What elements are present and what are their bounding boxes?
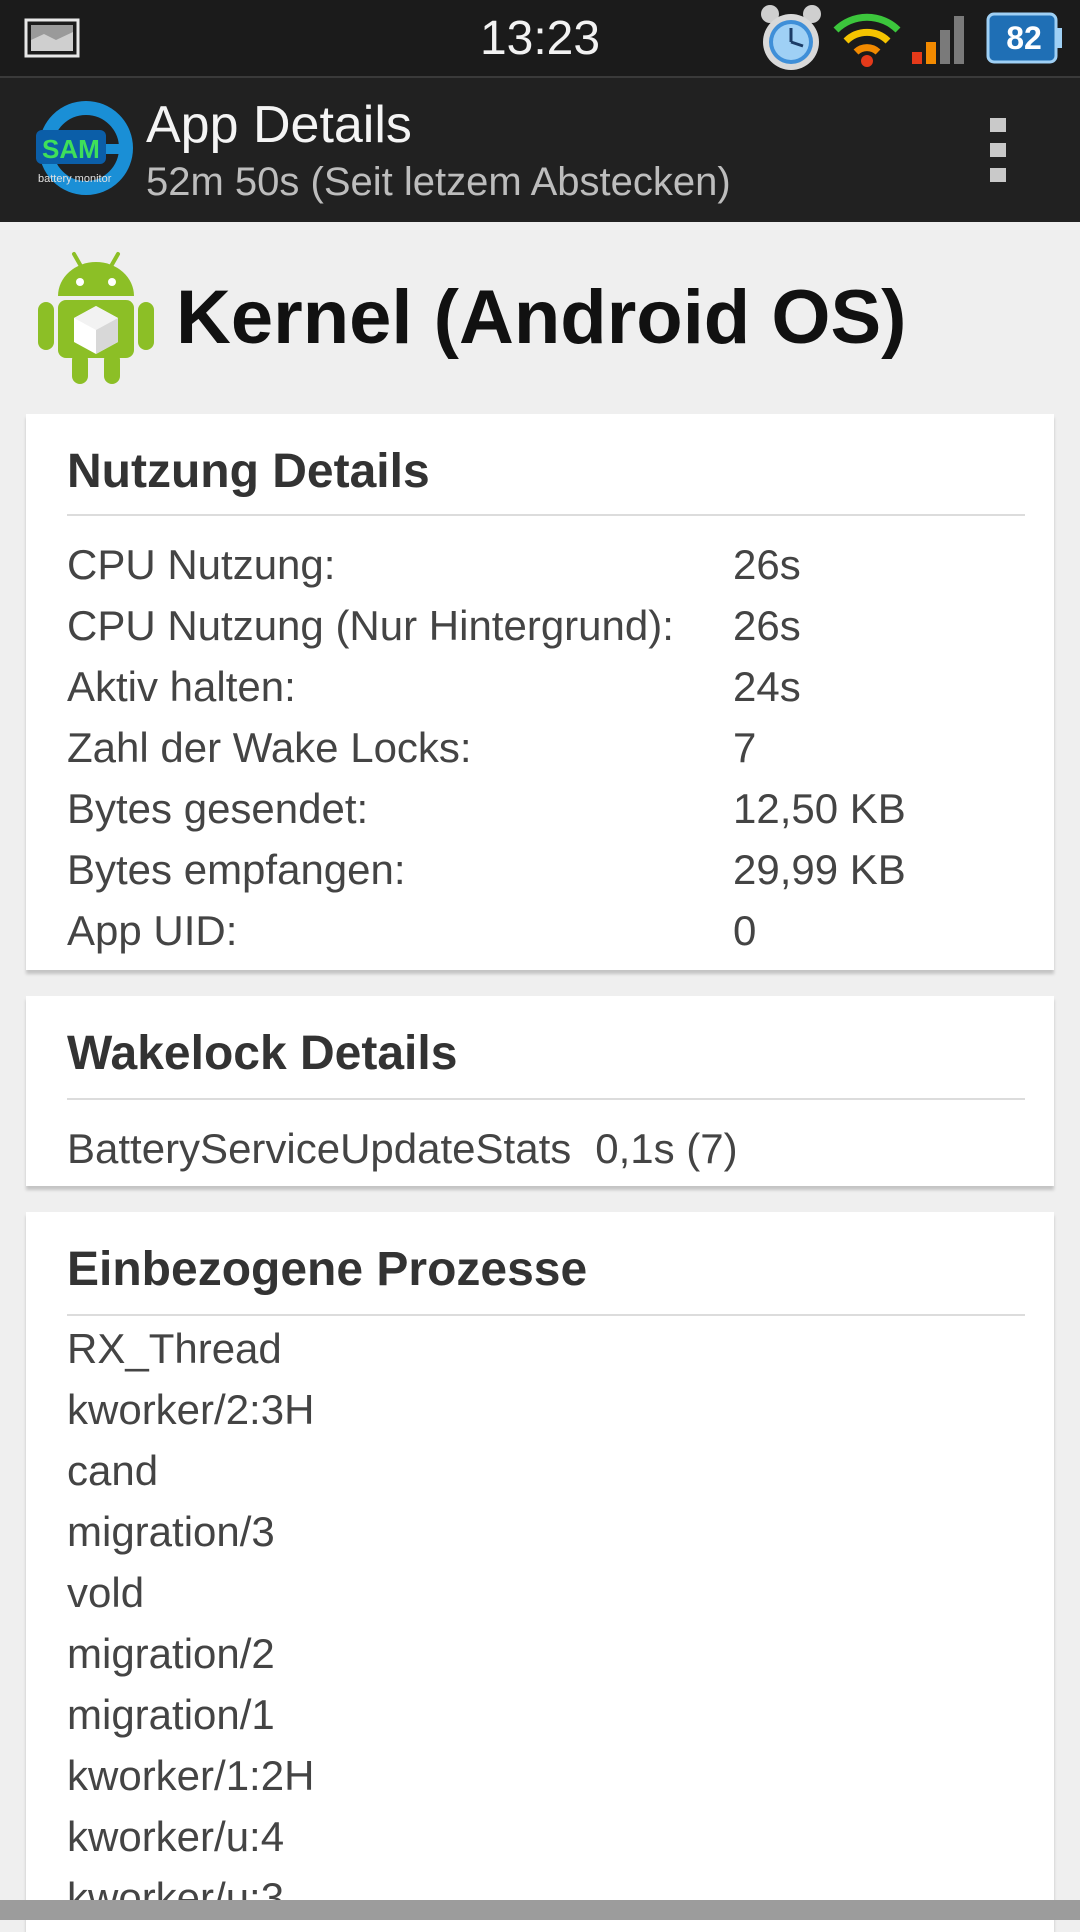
usage-row-label: Bytes gesendet:: [67, 785, 369, 832]
usage-row-value: 26s: [733, 541, 801, 588]
processes-title: Einbezogene Prozesse: [67, 1243, 588, 1296]
process-item: migration/2: [67, 1630, 275, 1677]
process-item: migration/1: [67, 1691, 275, 1738]
battery-level: 82: [1006, 20, 1042, 56]
usage-row-label: Aktiv halten:: [67, 663, 296, 710]
process-item: migration/3: [67, 1508, 275, 1555]
usage-row-value: 24s: [733, 663, 801, 710]
menu-dot: [990, 168, 1006, 182]
divider: [67, 514, 1025, 516]
menu-dot: [990, 143, 1006, 157]
action-bar-title: App Details: [146, 96, 412, 154]
battery-icon: 82: [986, 10, 1062, 66]
usage-row-value: 29,99 KB: [733, 846, 906, 893]
wakelock-name: BatteryServiceUpdateStats: [67, 1125, 572, 1172]
status-bar: 13:23 82: [0, 0, 1080, 76]
usage-row-label: CPU Nutzung (Nur Hintergrund):: [67, 602, 674, 649]
usage-row-value: 0: [733, 907, 757, 954]
svg-text:SAM: SAM: [42, 134, 100, 164]
usage-row-label: Zahl der Wake Locks:: [67, 724, 472, 771]
sam-logo-icon[interactable]: SAM battery monitor: [32, 100, 136, 198]
wakelock-value: 0,1s (7): [595, 1125, 738, 1172]
wakelock-details-title: Wakelock Details: [67, 1027, 458, 1080]
alarm-clock-icon: [761, 5, 821, 70]
wifi-icon: [833, 13, 901, 67]
action-bar-subtitle: 52m 50s (Seit letzem Abstecken): [146, 160, 731, 204]
svg-text:battery monitor: battery monitor: [38, 173, 112, 185]
divider: [67, 1098, 1025, 1100]
usage-details-title: Nutzung Details: [67, 445, 430, 498]
menu-dot: [990, 118, 1006, 132]
divider: [67, 1314, 1025, 1316]
usage-row-label: CPU Nutzung:: [67, 541, 336, 588]
usage-row-label: Bytes empfangen:: [67, 846, 406, 893]
app-name: Kernel (Android OS): [176, 275, 907, 360]
android-robot-icon: [38, 252, 154, 384]
usage-row-label: App UID:: [67, 907, 238, 954]
process-item: kworker/2:3H: [67, 1386, 315, 1433]
action-bar: SAM battery monitor App Details 52m 50s …: [0, 76, 1080, 222]
process-item: kworker/u:4: [67, 1813, 285, 1860]
usage-row-value: 12,50 KB: [733, 785, 906, 832]
process-item: cand: [67, 1447, 159, 1494]
usage-details-card: Nutzung Details CPU Nutzung: 26s CPU Nut…: [26, 414, 1054, 970]
usage-row-value: 7: [733, 724, 757, 771]
overflow-menu-button[interactable]: [984, 118, 1012, 182]
processes-card: Einbezogene Prozesse RX_Thread kworker/2…: [26, 1212, 1054, 1932]
process-item: kworker/1:2H: [67, 1752, 315, 1799]
signal-icon: [912, 16, 964, 64]
wakelock-details-card: Wakelock Details BatteryServiceUpdateSta…: [26, 996, 1054, 1186]
wakelock-row: BatteryServiceUpdateStats 0,1s (7): [67, 1118, 738, 1179]
usage-row-value: 26s: [733, 602, 801, 649]
process-item: vold: [67, 1569, 145, 1616]
process-item: RX_Thread: [67, 1325, 282, 1372]
bottom-edge-bar: [0, 1900, 1080, 1920]
